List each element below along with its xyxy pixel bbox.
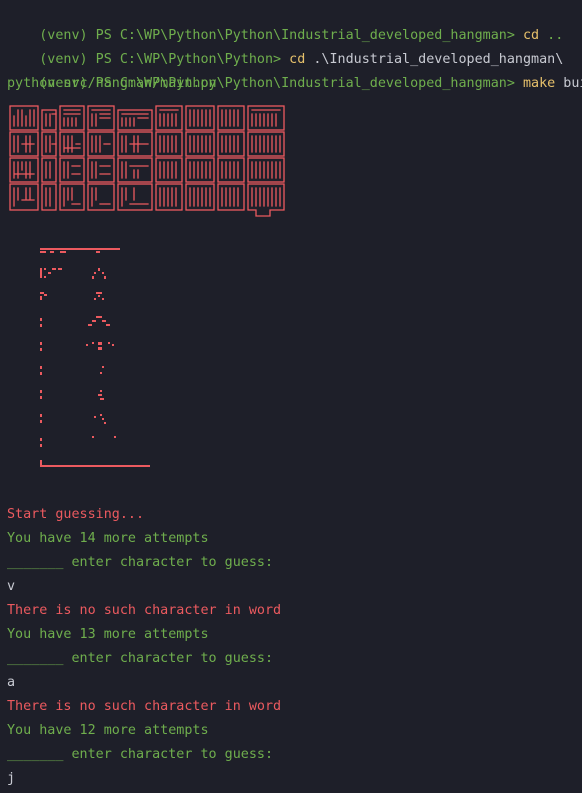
error-message: There is no such character in word [7,603,282,618]
error-message: There is no such character in word [7,699,282,714]
gallows-brace [40,268,62,300]
guess-input: v [7,579,16,594]
gallows-post [40,318,42,466]
shell-args: build [563,76,582,91]
command-echo: python src/hangman/main.py [7,76,217,91]
start-message: Start guessing... [7,507,145,522]
shell-command: make [522,76,556,91]
gallows-top-beam [40,248,120,253]
guess-input[interactable]: j [7,767,15,791]
attempts-remaining: You have 13 more attempts [7,627,209,642]
guess-prompt: _______ enter character to guess: [7,555,274,570]
shell-line-1: (venv) PS C:\WP\Python\Python\Industrial… [7,0,563,43]
hangman-body [86,316,116,438]
guess-input: a [7,675,16,690]
hangman-ascii-banner [8,104,288,236]
attempts-remaining: You have 14 more attempts [7,531,209,546]
shell-line-3: (venv) PS C:\WP\Python\Python\Industrial… [7,48,582,91]
terminal-window[interactable]: (venv) PS C:\WP\Python\Python\Industrial… [0,0,582,793]
gallows-base [40,465,150,467]
gallows-ascii-art [38,246,158,476]
attempts-remaining: You have 12 more attempts [7,723,209,738]
shell-line-2: (venv) PS C:\WP\Python\Python> cd .\Indu… [7,24,563,67]
guess-prompt: _______ enter character to guess: [7,747,274,762]
gallows-rope-and-head [92,268,106,300]
guess-prompt: _______ enter character to guess: [7,651,274,666]
